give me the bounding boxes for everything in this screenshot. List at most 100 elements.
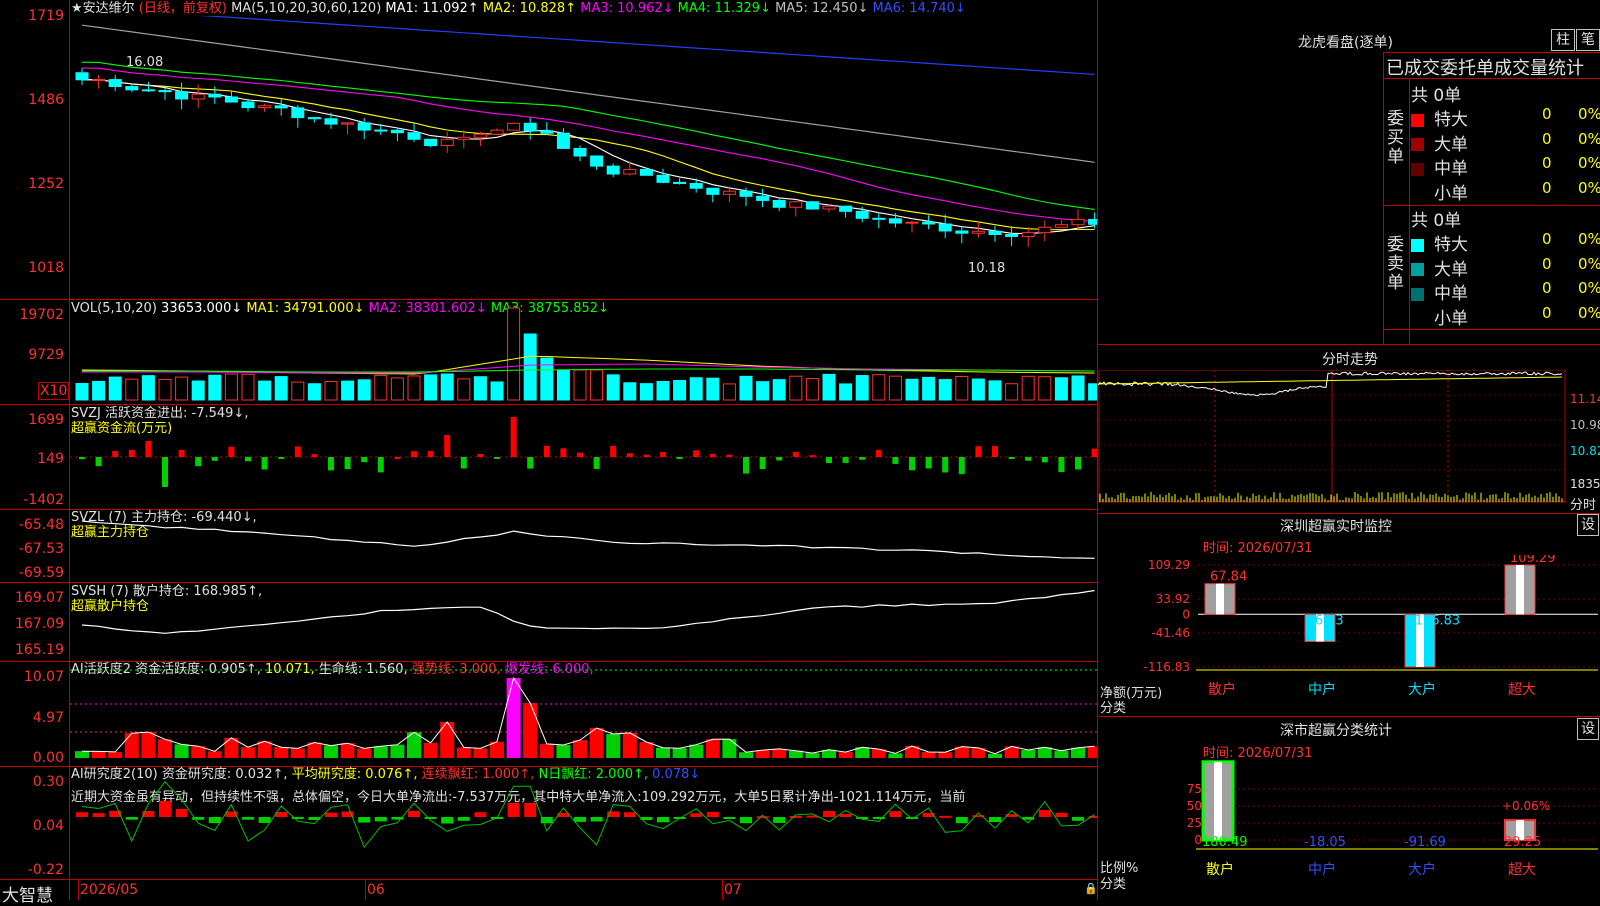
monitor-settings-button[interactable]: 设 xyxy=(1577,514,1599,536)
volume-bar xyxy=(274,376,288,401)
ai1-chart[interactable] xyxy=(70,662,1097,766)
volume-bar xyxy=(1071,375,1085,401)
fenshi-title: 分时走势 xyxy=(1322,352,1378,368)
volume-bar xyxy=(241,373,255,401)
svsh-line xyxy=(81,589,1095,634)
svzj-bar xyxy=(411,451,417,457)
intraday-chart[interactable] xyxy=(1098,370,1568,510)
candle-body xyxy=(606,165,620,175)
volume-bar xyxy=(623,382,637,401)
candle-body xyxy=(639,168,653,176)
svzl-tick: -65.48 xyxy=(18,517,64,533)
volume-bar xyxy=(706,377,720,401)
ai2-bar xyxy=(325,812,337,817)
candle-body xyxy=(507,122,521,131)
volume-bar xyxy=(656,380,670,401)
volume-bar xyxy=(590,369,604,401)
ai2-bar xyxy=(258,817,271,823)
volume-bar xyxy=(507,307,521,401)
ai2-bar xyxy=(159,801,171,817)
svzj-bar xyxy=(693,450,700,457)
classify-bar-chart[interactable]: 75 50 25 0 180.49 散户 -18.05 中户 -91.69 大户 29.25 超大 +0… xyxy=(1098,760,1600,900)
volume-bar xyxy=(108,376,122,401)
candle-body xyxy=(855,210,869,219)
candle-body xyxy=(1088,218,1097,225)
order-size-label: 大单 xyxy=(1434,259,1468,280)
volume-bar xyxy=(872,374,886,401)
candle-body xyxy=(241,101,255,109)
ai2-bar xyxy=(756,816,769,819)
ai2-bar xyxy=(1072,817,1084,821)
volume-bar xyxy=(540,357,554,401)
candle-body xyxy=(839,205,853,212)
svsh-chart[interactable] xyxy=(70,583,1097,661)
svzj-bar xyxy=(79,457,85,460)
sell-row-1: 大单 xyxy=(1411,255,1468,280)
sell-row-3: 小单 xyxy=(1411,304,1468,329)
ai1-bar xyxy=(174,744,189,758)
svzj-chart[interactable] xyxy=(70,405,1097,509)
volume-bar xyxy=(739,375,753,401)
x-date-label: 06 xyxy=(367,882,385,898)
svzl-chart[interactable] xyxy=(70,510,1097,582)
volume-bar xyxy=(888,375,902,401)
tick-view-button[interactable]: 笔 xyxy=(1576,29,1600,51)
candle-body xyxy=(905,221,919,224)
classify-settings-button[interactable]: 设 xyxy=(1577,718,1599,740)
monitor-value-label: -116.83 xyxy=(1410,613,1460,628)
svsh-axis: 169.07 167.09 165.19 xyxy=(0,583,68,661)
ai2-bar xyxy=(773,817,786,823)
ai2-chart[interactable] xyxy=(70,767,1097,879)
ai2-bar xyxy=(789,816,802,819)
monitor-bar-0 xyxy=(1204,583,1236,615)
monitor-bar-chart[interactable]: 109.29 33.920 -41.46 -116.83 67.84 散户 -60.3 中户 -… xyxy=(1098,555,1600,715)
svzj-bar xyxy=(527,457,534,469)
candle-body xyxy=(324,118,338,125)
ma3-value: MA3: 10.962↓ xyxy=(580,1,674,16)
volume-bar xyxy=(938,379,952,401)
classify-value-label: -91.69 xyxy=(1404,835,1446,850)
svzj-bar xyxy=(494,457,500,459)
candlestick-chart[interactable] xyxy=(70,16,1097,296)
classify-title: 深市超赢分类统计 xyxy=(1280,723,1392,739)
svzj-bar xyxy=(942,457,949,473)
candle-body xyxy=(390,129,404,134)
ai2-bar xyxy=(657,817,669,823)
candle-body xyxy=(374,129,388,132)
order-percent: 0% xyxy=(1578,154,1600,172)
svzj-bar xyxy=(427,451,434,457)
svzj-bar xyxy=(211,457,218,461)
ai1-bar xyxy=(1071,747,1085,758)
svzj-bar xyxy=(245,457,251,462)
ai1-bar xyxy=(938,752,953,758)
ai2-bar xyxy=(623,812,636,817)
stock-name[interactable]: ★安达维尔 xyxy=(71,1,135,16)
monitor-category-label: 散户 xyxy=(1208,681,1236,698)
volume-chart[interactable] xyxy=(70,300,1097,404)
svzj-bar xyxy=(909,457,915,471)
ma30-line xyxy=(81,61,1095,210)
column-view-button[interactable]: 柱 xyxy=(1551,29,1575,51)
lock-icon[interactable]: 🔒 xyxy=(1084,882,1098,895)
classify-value-label: -18.05 xyxy=(1304,835,1346,850)
legend-swatch xyxy=(1411,162,1424,176)
candle-body xyxy=(722,190,736,195)
fenshi-avg-line xyxy=(1098,376,1563,385)
fenshi-unit: 分时 xyxy=(1570,498,1597,513)
volume-bar xyxy=(1005,383,1019,401)
volume-bar xyxy=(556,369,570,401)
order-size-label: 小单 xyxy=(1434,183,1468,204)
svzj-bar xyxy=(228,446,235,457)
ai2-bar xyxy=(424,817,437,819)
ai2-bar xyxy=(76,812,88,817)
order-count: 0 xyxy=(1542,230,1552,248)
ai1-bar xyxy=(1037,747,1052,758)
longhu-title: 龙虎看盘(逐单) xyxy=(1298,35,1393,51)
svzj-tick: 1699 xyxy=(28,412,64,428)
candle-body xyxy=(357,122,371,131)
svzj-bar xyxy=(660,451,666,457)
candle-body xyxy=(955,230,969,234)
volume-bar xyxy=(955,375,969,401)
candle-body xyxy=(291,107,305,119)
longhu-tab-label[interactable]: 已成交委托单成交量统计 xyxy=(1386,54,1600,80)
